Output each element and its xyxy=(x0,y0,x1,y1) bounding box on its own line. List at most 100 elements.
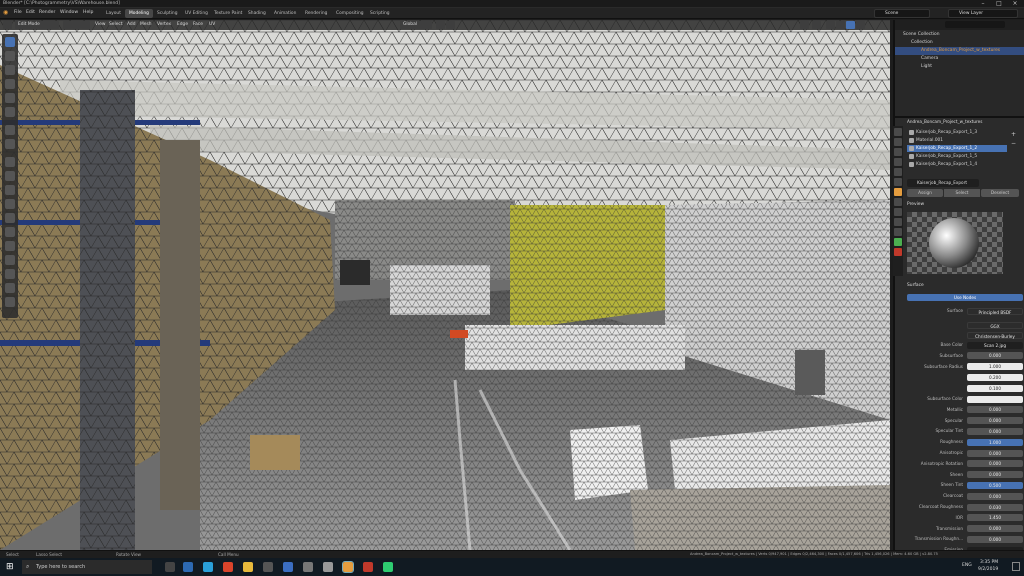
prop-value-field[interactable]: 0.000 xyxy=(967,471,1023,479)
material-tab-icon[interactable] xyxy=(894,248,902,256)
workspace-tab-sculpting[interactable]: Sculpting xyxy=(153,9,182,18)
outliner-row-collection[interactable]: Collection xyxy=(895,39,1024,47)
spin-tool-icon[interactable] xyxy=(5,241,15,251)
move-tool-icon[interactable] xyxy=(5,65,15,75)
outliner-row-scene-collection[interactable]: Scene Collection xyxy=(895,31,1024,39)
prop-value-field[interactable]: 0.000 xyxy=(967,352,1023,360)
material-slot[interactable]: Material.001 xyxy=(907,137,1007,144)
viewport-menu-face[interactable]: Face xyxy=(193,21,203,29)
viewport-menu-view[interactable]: View xyxy=(95,21,105,29)
vertex-select-icon[interactable] xyxy=(63,21,72,29)
viewport-menu-edge[interactable]: Edge xyxy=(177,21,188,29)
app-icon[interactable] xyxy=(383,562,393,572)
scale-tool-icon[interactable] xyxy=(5,93,15,103)
menu-file[interactable]: File xyxy=(14,10,22,15)
blender-taskbar-icon[interactable] xyxy=(342,561,354,573)
workspace-tab-texture-paint[interactable]: Texture Paint xyxy=(210,9,246,18)
app-icon[interactable] xyxy=(303,562,313,572)
snap-icon[interactable] xyxy=(436,21,445,29)
material-slot-selected[interactable]: Kaiserjob_Recap_Export_1_2 xyxy=(907,145,1007,152)
prop-value-field[interactable]: 0.000 xyxy=(967,525,1023,533)
shading-material-icon[interactable] xyxy=(846,21,855,29)
select-button[interactable]: Select xyxy=(944,189,980,197)
prop-value-field[interactable]: 0.030 xyxy=(967,503,1023,511)
prop-value-field[interactable]: 0.000 xyxy=(967,535,1023,543)
workspace-tab-uv-editing[interactable]: UV Editing xyxy=(181,9,212,18)
prop-value-field[interactable] xyxy=(967,395,1023,403)
constraints-tab-icon[interactable] xyxy=(894,228,902,236)
shading-rendered-icon[interactable] xyxy=(856,21,865,29)
face-select-icon[interactable] xyxy=(81,21,90,29)
workspace-tab-animation[interactable]: Animation xyxy=(270,9,300,18)
assign-button[interactable]: Assign xyxy=(907,189,943,197)
bevel-tool-icon[interactable] xyxy=(5,185,15,195)
prop-value-field[interactable]: Scan 2.jpg xyxy=(967,341,1023,349)
rotate-tool-icon[interactable] xyxy=(5,79,15,89)
physics-tab-icon[interactable] xyxy=(894,218,902,226)
particles-tab-icon[interactable] xyxy=(894,208,902,216)
surface-shader-dropdown[interactable]: Principled BSDF xyxy=(967,307,1023,315)
close-icon[interactable]: × xyxy=(1008,0,1022,8)
outliner-row-mesh-object[interactable]: Andrea_Boncam_Project_w_textures xyxy=(895,47,1024,55)
keyboard-language[interactable]: ENG xyxy=(962,563,972,568)
prop-value-field[interactable]: 1.000 xyxy=(967,363,1023,371)
windows-start-icon[interactable]: ⊞ xyxy=(6,562,14,572)
clock-time[interactable]: 3:35 PM xyxy=(980,560,998,565)
material-name-field[interactable]: Kaiserjob_Recap_Export xyxy=(907,179,979,187)
maximize-icon[interactable]: □ xyxy=(992,0,1006,8)
render-tab-icon[interactable] xyxy=(894,138,902,146)
proportional-edit-icon[interactable] xyxy=(446,21,455,29)
prop-value-field[interactable]: 0.000 xyxy=(967,427,1023,435)
outliner-row-camera[interactable]: Camera xyxy=(895,55,1024,63)
world-tab-icon[interactable] xyxy=(894,178,902,186)
chrome-icon[interactable] xyxy=(223,562,233,572)
3d-viewport[interactable] xyxy=(0,20,890,550)
outliner-row-light[interactable]: Light xyxy=(895,63,1024,71)
smooth-tool-icon[interactable] xyxy=(5,255,15,265)
prop-value-field[interactable]: 1.000 xyxy=(967,438,1023,446)
preview-section-header[interactable]: Preview xyxy=(907,202,924,207)
data-tab-icon[interactable] xyxy=(894,238,902,246)
add-slot-icon[interactable]: + xyxy=(1011,131,1016,138)
xray-icon[interactable] xyxy=(812,21,821,29)
outliner-search-input[interactable] xyxy=(945,21,1005,28)
inset-tool-icon[interactable] xyxy=(5,171,15,181)
prop-value-field[interactable]: 0.000 xyxy=(967,449,1023,457)
transform-orientation[interactable]: Global xyxy=(400,21,432,29)
prop-value-field[interactable]: 0.200 xyxy=(967,373,1023,381)
menu-render[interactable]: Render xyxy=(39,10,55,15)
prop-value-field[interactable]: 1.450 xyxy=(967,514,1023,522)
prop-value-field[interactable]: 0.000 xyxy=(967,492,1023,500)
menu-edit[interactable]: Edit xyxy=(26,10,35,15)
mail-icon[interactable] xyxy=(283,562,293,572)
scene-selector[interactable]: Scene xyxy=(874,9,930,18)
prop-value-field[interactable]: 0.000 xyxy=(967,406,1023,414)
surface-section-header[interactable]: Surface xyxy=(907,283,924,288)
extrude-tool-icon[interactable] xyxy=(5,157,15,167)
prop-value-field[interactable]: 0.000 xyxy=(967,417,1023,425)
workspace-tab-scripting[interactable]: Scripting xyxy=(366,9,394,18)
material-slot[interactable]: Kaiserjob_Recap_Export_1_4 xyxy=(907,161,1007,168)
subsurface-method-dropdown[interactable]: Christensen-Burley xyxy=(967,331,1023,339)
modifier-tab-icon[interactable] xyxy=(894,198,902,206)
use-nodes-button[interactable]: Use Nodes xyxy=(907,294,1023,301)
ie-browser-icon[interactable] xyxy=(203,562,213,572)
notification-center-icon[interactable] xyxy=(1012,562,1020,571)
mode-selector[interactable]: Edit Mode xyxy=(15,21,59,29)
prop-value-field[interactable]: 0.000 xyxy=(967,460,1023,468)
viewport-menu-vertex[interactable]: Vertex xyxy=(157,21,171,29)
object-tab-icon[interactable] xyxy=(894,188,902,196)
menu-window[interactable]: Window xyxy=(60,10,78,15)
viewport-menu-select[interactable]: Select xyxy=(109,21,123,29)
scene-tab-icon[interactable] xyxy=(894,168,902,176)
menu-help[interactable]: Help xyxy=(83,10,93,15)
shading-wireframe-icon[interactable] xyxy=(826,21,835,29)
workspace-tab-modeling[interactable]: Modeling xyxy=(125,9,153,18)
material-slot[interactable]: Kaiserjob_Recap_Export_1_5 xyxy=(907,153,1007,160)
app-icon[interactable] xyxy=(323,562,333,572)
workspace-tab-rendering[interactable]: Rendering xyxy=(301,9,331,18)
deselect-button[interactable]: Deselect xyxy=(981,189,1019,197)
app-icon[interactable] xyxy=(363,562,373,572)
transform-tool-icon[interactable] xyxy=(5,107,15,117)
viewport-menu-mesh[interactable]: Mesh xyxy=(140,21,152,29)
